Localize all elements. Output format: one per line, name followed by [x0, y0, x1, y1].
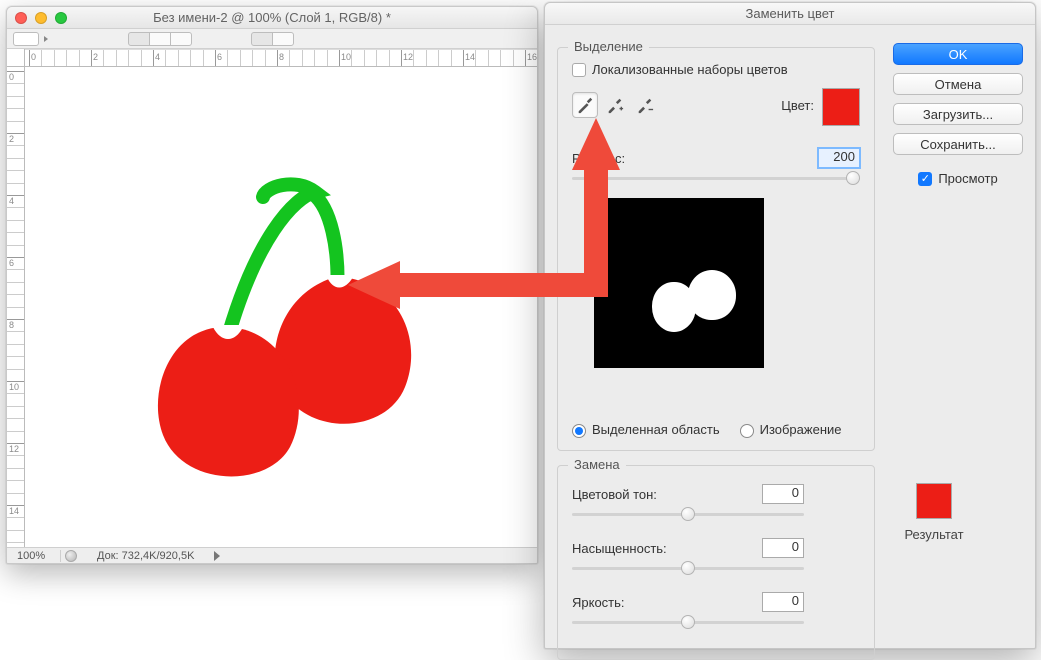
tolerance-label: Разброс:: [572, 151, 625, 166]
canvas-area: 0246810121416 02468101214: [7, 49, 537, 547]
saturation-input[interactable]: 0: [762, 538, 804, 558]
editor-window: Без имени-2 @ 100% (Слой 1, RGB/8) * 024…: [6, 6, 538, 564]
window-zoom-button[interactable]: [55, 12, 67, 24]
saturation-slider[interactable]: [572, 560, 804, 576]
result-swatch[interactable]: [916, 483, 952, 519]
replace-fieldset: Замена Цветовой тон: 0 Насыщенность: 0 Я…: [557, 465, 875, 660]
saturation-label: Насыщенность:: [572, 541, 667, 556]
canvas-artwork: [155, 177, 445, 477]
localized-checkbox[interactable]: ✓: [572, 63, 586, 77]
brightness-label: Яркость:: [572, 595, 625, 610]
brightness-slider[interactable]: [572, 614, 804, 630]
save-button[interactable]: Сохранить...: [893, 133, 1023, 155]
preview-checkbox[interactable]: ✓: [918, 172, 932, 186]
result-label: Результат: [889, 527, 979, 542]
eyedropper-icon: [576, 96, 594, 114]
eyedropper-minus-icon: [636, 96, 654, 114]
status-expand-icon[interactable]: [214, 551, 220, 561]
sample-layer-segment[interactable]: [252, 32, 294, 46]
ok-button[interactable]: OK: [893, 43, 1023, 65]
ruler-corner: [7, 49, 25, 67]
localized-label: Локализованные наборы цветов: [592, 62, 788, 77]
selection-legend: Выделение: [568, 39, 649, 54]
replace-legend: Замена: [568, 457, 626, 472]
eyedropper-button[interactable]: [572, 92, 598, 118]
hue-input[interactable]: 0: [762, 484, 804, 504]
hue-slider[interactable]: [572, 506, 804, 522]
dialog-title: Заменить цвет: [545, 3, 1035, 25]
tool-preset-dropdown[interactable]: [13, 32, 39, 46]
replace-color-dialog: Заменить цвет OK Отмена Загрузить... Сох…: [544, 2, 1036, 649]
window-close-button[interactable]: [15, 12, 27, 24]
eyedropper-plus-icon: [606, 96, 624, 114]
tolerance-input[interactable]: 200: [818, 148, 860, 168]
eyedropper-plus-button[interactable]: [602, 92, 628, 118]
doc-status-icon[interactable]: [65, 550, 77, 562]
ruler-horizontal[interactable]: 0246810121416: [25, 49, 537, 67]
tolerance-slider[interactable]: [572, 170, 860, 186]
sample-size-segment[interactable]: [129, 32, 192, 46]
artboard[interactable]: [25, 67, 537, 547]
color-swatch[interactable]: [822, 88, 860, 126]
editor-titlebar: Без имени-2 @ 100% (Слой 1, RGB/8) *: [7, 7, 537, 29]
cancel-button[interactable]: Отмена: [893, 73, 1023, 95]
doc-size: Док: 732,4K/920,5K: [83, 550, 208, 562]
color-label: Цвет:: [781, 98, 814, 113]
preview-label: Просмотр: [938, 171, 997, 186]
radio-image[interactable]: Изображение: [740, 422, 842, 438]
options-bar: [7, 29, 537, 49]
zoom-level[interactable]: 100%: [11, 550, 61, 562]
load-button[interactable]: Загрузить...: [893, 103, 1023, 125]
hue-label: Цветовой тон:: [572, 487, 657, 502]
radio-selected-area[interactable]: Выделенная область: [572, 422, 720, 438]
selection-fieldset: Выделение ✓ Локализованные наборы цветов: [557, 47, 875, 451]
ruler-vertical[interactable]: 02468101214: [7, 67, 25, 547]
result-box: Результат: [889, 483, 979, 542]
brightness-input[interactable]: 0: [762, 592, 804, 612]
status-bar: 100% Док: 732,4K/920,5K: [7, 547, 537, 563]
editor-title: Без имени-2 @ 100% (Слой 1, RGB/8) *: [15, 10, 529, 25]
window-minimize-button[interactable]: [35, 12, 47, 24]
eyedropper-minus-button[interactable]: [632, 92, 658, 118]
selection-preview[interactable]: [594, 198, 764, 368]
